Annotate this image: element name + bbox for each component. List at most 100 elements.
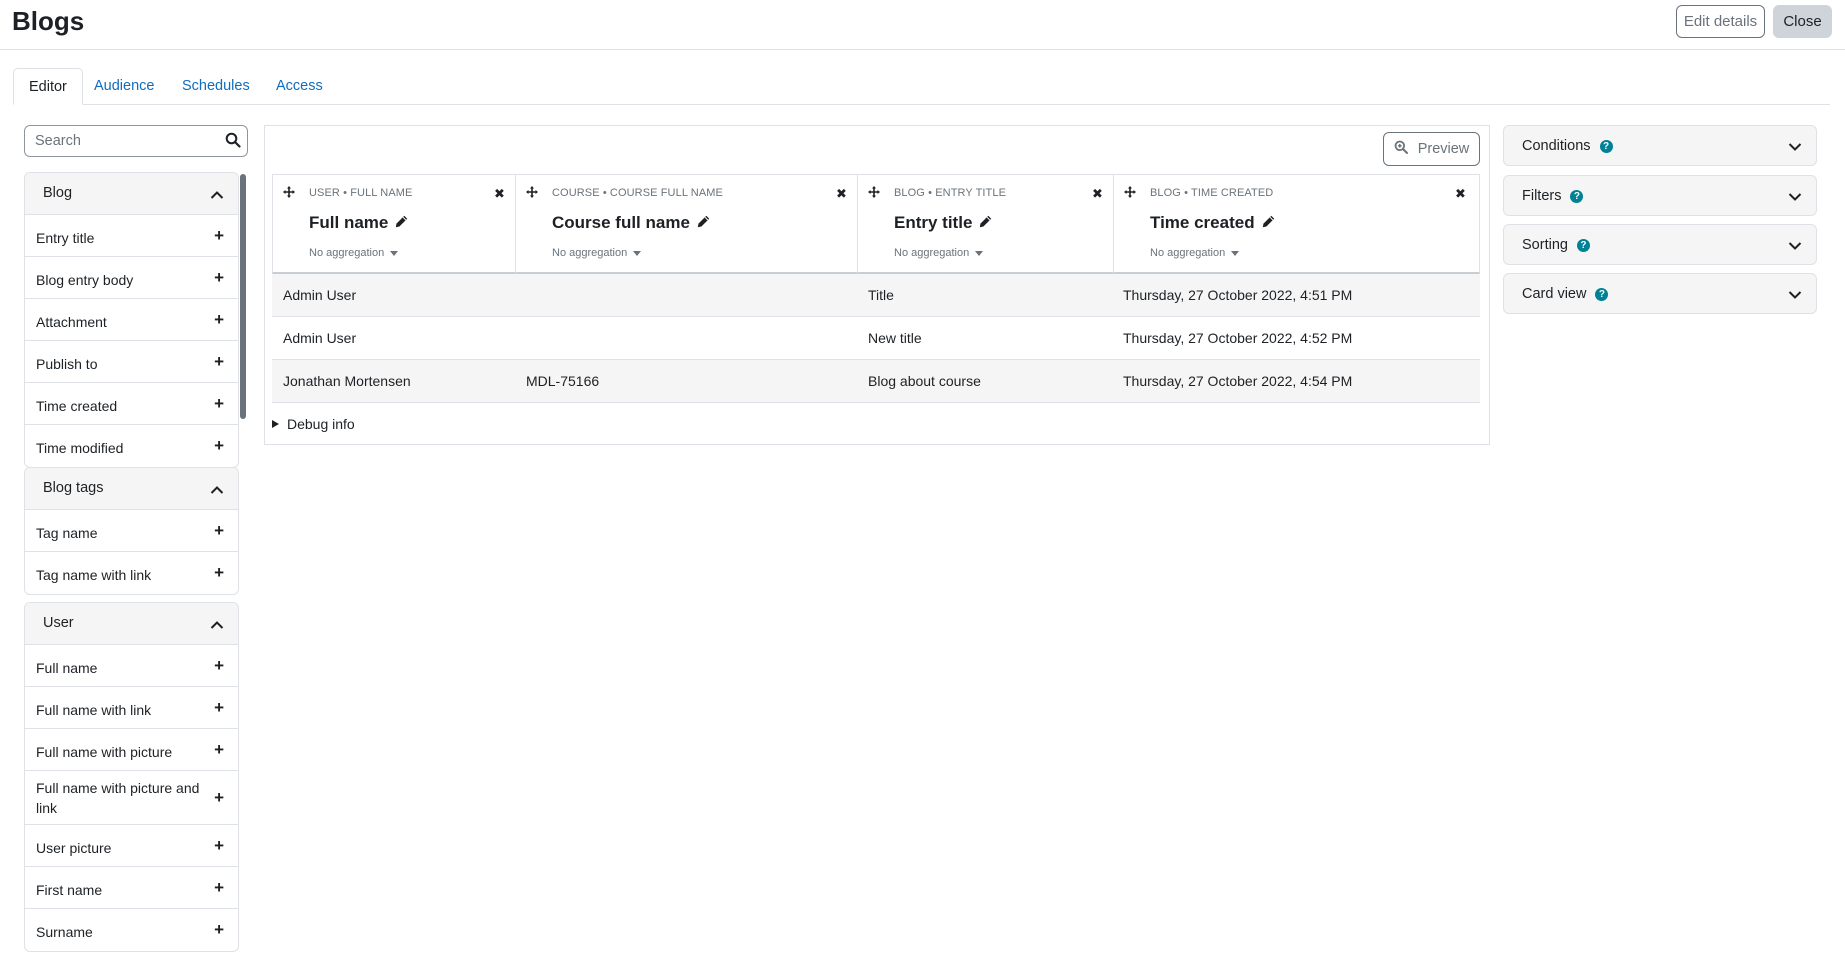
table-cell: Jonathan Mortensen <box>283 373 411 389</box>
plus-icon[interactable]: + <box>214 920 224 940</box>
aggregation-label: No aggregation <box>552 247 628 259</box>
chevron-up-icon[interactable] <box>210 617 224 635</box>
edit-details-button[interactable]: Edit details <box>1676 5 1765 38</box>
aggregation-label: No aggregation <box>309 247 385 259</box>
sidebar-item-full-name-with-picture-and-link[interactable]: Full name with picture and link + <box>25 771 238 825</box>
sidebar-item-entry-title[interactable]: Entry title + <box>25 215 238 257</box>
sidebar-item-attachment[interactable]: Attachment + <box>25 299 238 341</box>
card-header-user[interactable]: User <box>25 603 238 645</box>
help-icon[interactable]: ? <box>1576 238 1590 252</box>
panel-title: Conditions <box>1522 138 1591 154</box>
table-cell: Admin User <box>283 330 357 346</box>
column-title-text: Full name <box>309 213 389 232</box>
sidebar-item-label: First name <box>36 882 103 898</box>
chevron-down-icon[interactable] <box>1788 238 1802 256</box>
chevron-up-icon[interactable] <box>210 482 224 500</box>
plus-icon[interactable]: + <box>214 268 224 288</box>
tab-schedules[interactable]: Schedules <box>167 68 265 104</box>
sidebar-item-user-picture[interactable]: User picture + <box>25 825 238 867</box>
sidebar-item-first-name[interactable]: First name + <box>25 867 238 909</box>
plus-icon[interactable]: + <box>214 698 224 718</box>
move-icon[interactable] <box>526 185 538 203</box>
plus-icon[interactable]: + <box>214 310 224 330</box>
sidebar-item-blog-entry-body[interactable]: Blog entry body + <box>25 257 238 299</box>
table-cell: Thursday, 27 October 2022, 4:52 PM <box>1123 330 1353 346</box>
pencil-icon[interactable] <box>979 213 992 233</box>
aggregation-select[interactable]: No aggregation <box>309 247 399 259</box>
help-icon[interactable]: ? <box>1595 287 1609 301</box>
table-header-row: User • Full name ✖ Full name No aggregat… <box>272 174 1480 274</box>
column-title-text: Time created <box>1150 213 1255 232</box>
move-icon[interactable] <box>283 185 295 203</box>
close-icon[interactable]: ✖ <box>1092 186 1103 202</box>
column-source: User • Full name <box>309 187 413 199</box>
plus-icon[interactable]: + <box>214 656 224 676</box>
column-header-full-name: User • Full name ✖ Full name No aggregat… <box>273 175 516 273</box>
sidebar-item-full-name[interactable]: Full name + <box>25 645 238 687</box>
sidebar-scrollbar[interactable] <box>240 174 246 419</box>
help-icon[interactable]: ? <box>1599 139 1613 153</box>
page-title: Blogs <box>12 6 85 36</box>
aggregation-select[interactable]: No aggregation <box>1150 247 1240 259</box>
plus-icon[interactable]: + <box>214 740 224 760</box>
plus-icon[interactable]: + <box>214 788 224 808</box>
close-icon[interactable]: ✖ <box>836 186 847 202</box>
chevron-up-icon[interactable] <box>210 187 224 205</box>
move-icon[interactable] <box>1124 185 1136 203</box>
panel-title: Sorting <box>1522 237 1568 253</box>
table-cell: Thursday, 27 October 2022, 4:54 PM <box>1123 373 1353 389</box>
close-button[interactable]: Close <box>1773 5 1832 38</box>
pencil-icon[interactable] <box>697 213 710 233</box>
column-title[interactable]: Time created <box>1150 213 1275 233</box>
chevron-down-icon[interactable] <box>1788 287 1802 305</box>
chevron-down-icon[interactable] <box>1788 189 1802 207</box>
card-header-blog[interactable]: Blog <box>25 173 238 215</box>
column-title[interactable]: Entry title <box>894 213 992 233</box>
preview-label: Preview <box>1417 141 1470 157</box>
card-header-blog-tags[interactable]: Blog tags <box>25 468 238 510</box>
sidebar-item-full-name-with-link[interactable]: Full name with link + <box>25 687 238 729</box>
sidebar-item-label: Full name with link <box>36 702 152 718</box>
aggregation-select[interactable]: No aggregation <box>552 247 642 259</box>
chevron-down-icon[interactable] <box>1788 139 1802 157</box>
sidebar-item-tag-name-with-link[interactable]: Tag name with link + <box>25 552 238 594</box>
sidebar-item-publish-to[interactable]: Publish to + <box>25 341 238 383</box>
plus-icon[interactable]: + <box>214 226 224 246</box>
column-title[interactable]: Full name <box>309 213 408 233</box>
debug-info-toggle[interactable]: Debug info <box>272 416 355 432</box>
panel-card-view[interactable]: Card view? <box>1503 273 1817 314</box>
sidebar-item-time-created[interactable]: Time created + <box>25 383 238 425</box>
chevron-down-icon <box>975 250 984 256</box>
plus-icon[interactable]: + <box>214 836 224 856</box>
close-icon[interactable]: ✖ <box>1455 186 1466 202</box>
column-title[interactable]: Course full name <box>552 213 710 233</box>
panel-filters[interactable]: Filters? <box>1503 175 1817 216</box>
tab-editor[interactable]: Editor <box>13 68 83 105</box>
close-icon[interactable]: ✖ <box>494 186 505 202</box>
help-icon[interactable]: ? <box>1570 189 1584 203</box>
sidebar-item-surname[interactable]: Surname + <box>25 909 238 951</box>
aggregation-select[interactable]: No aggregation <box>894 247 984 259</box>
plus-icon[interactable]: + <box>214 436 224 456</box>
sidebar-item-time-modified[interactable]: Time modified + <box>25 425 238 467</box>
pencil-icon[interactable] <box>395 213 408 233</box>
pencil-icon[interactable] <box>1262 213 1275 233</box>
panel-sorting[interactable]: Sorting? <box>1503 224 1817 265</box>
sidebar-item-full-name-with-picture[interactable]: Full name with picture + <box>25 729 238 771</box>
plus-icon[interactable]: + <box>214 394 224 414</box>
plus-icon[interactable]: + <box>214 352 224 372</box>
plus-icon[interactable]: + <box>214 521 224 541</box>
card-blog-tags: Blog tags Tag name + Tag name with link + <box>24 467 239 595</box>
search-icon[interactable] <box>225 132 241 153</box>
panel-conditions[interactable]: Conditions? <box>1503 125 1817 166</box>
sidebar-item-tag-name[interactable]: Tag name + <box>25 510 238 552</box>
chevron-down-icon <box>633 250 642 256</box>
preview-button[interactable]: Preview <box>1383 132 1480 166</box>
tab-audience[interactable]: Audience <box>79 68 169 104</box>
tab-access[interactable]: Access <box>261 68 338 104</box>
plus-icon[interactable]: + <box>214 563 224 583</box>
search-input[interactable] <box>35 133 215 149</box>
plus-icon[interactable]: + <box>214 878 224 898</box>
chevron-down-icon <box>1231 250 1240 256</box>
move-icon[interactable] <box>868 185 880 203</box>
